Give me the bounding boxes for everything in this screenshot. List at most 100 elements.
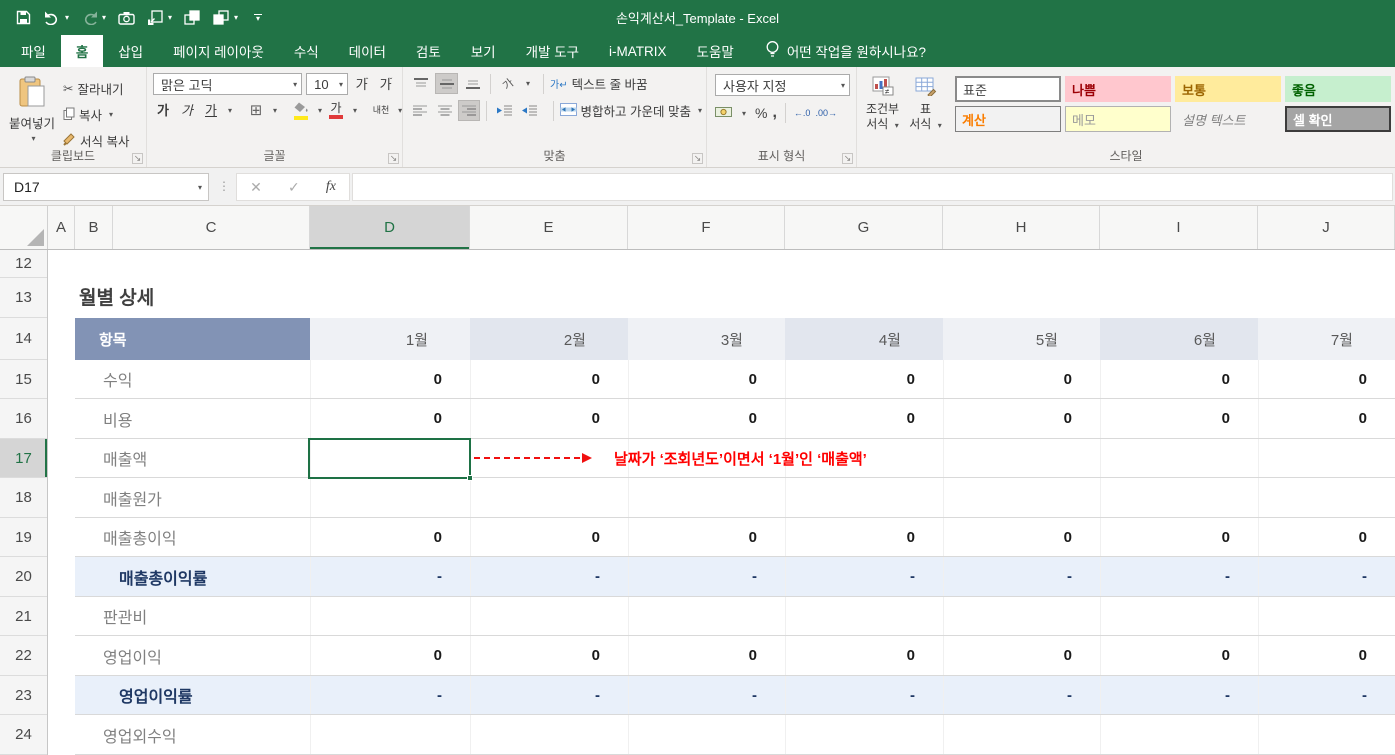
font-color-dropdown-icon[interactable]: ▾ xyxy=(353,106,357,115)
value-cell[interactable]: 0 xyxy=(1258,636,1395,675)
shrink-font-button[interactable]: 가ˇ xyxy=(376,74,396,95)
value-cell[interactable]: - xyxy=(943,676,1100,714)
value-cell[interactable] xyxy=(470,597,628,635)
row-header-23[interactable]: 23 xyxy=(0,676,47,715)
value-cell[interactable] xyxy=(943,715,1100,754)
value-cell[interactable]: 0 xyxy=(310,518,470,556)
value-cell[interactable] xyxy=(785,715,943,754)
paste-dropdown-icon[interactable]: ▾ xyxy=(31,134,35,143)
value-cell[interactable] xyxy=(310,478,470,517)
value-cell[interactable] xyxy=(1100,715,1258,754)
value-cell[interactable] xyxy=(1258,439,1395,477)
value-cell[interactable]: 0 xyxy=(628,399,785,438)
cell-style-normal[interactable]: 표준 xyxy=(955,76,1061,102)
value-cell[interactable] xyxy=(1258,478,1395,517)
row-label-cell[interactable]: 비용 xyxy=(75,399,310,438)
value-cell[interactable]: 0 xyxy=(1100,518,1258,556)
tell-me-search[interactable]: 어떤 작업을 원하시나요? xyxy=(765,35,926,67)
value-cell[interactable]: - xyxy=(310,557,470,596)
alignment-dialog-launcher[interactable]: ↘ xyxy=(692,153,703,164)
value-cell[interactable]: - xyxy=(628,676,785,714)
insert-function-icon[interactable]: fx xyxy=(326,179,336,195)
cell-style-neutral[interactable]: 보통 xyxy=(1175,76,1281,102)
copy-picture-icon[interactable] xyxy=(183,9,201,27)
tab-review[interactable]: 검토 xyxy=(401,35,456,67)
row-label-cell[interactable]: 매출총이익률 xyxy=(75,557,310,596)
column-header-H[interactable]: H xyxy=(943,206,1100,249)
value-cell[interactable]: 0 xyxy=(628,518,785,556)
name-box-dropdown-icon[interactable]: ▾ xyxy=(198,183,202,192)
copy-button[interactable]: 복사 ▾ xyxy=(60,103,132,126)
accounting-dropdown-icon[interactable]: ▾ xyxy=(742,109,746,118)
cancel-icon[interactable]: ✕ xyxy=(250,179,262,196)
tab-data[interactable]: 데이터 xyxy=(334,35,401,67)
column-header-J[interactable]: J xyxy=(1258,206,1395,249)
row-label-cell[interactable]: 수익 xyxy=(75,360,310,398)
value-cell[interactable] xyxy=(310,715,470,754)
wrap-text-button[interactable]: 가↵ 텍스트 줄 바꿈 xyxy=(550,74,648,93)
tab-page-layout[interactable]: 페이지 레이아웃 xyxy=(158,35,279,67)
value-cell[interactable]: 0 xyxy=(785,636,943,675)
month-header-7[interactable]: 7월 xyxy=(1258,318,1395,360)
align-right-button[interactable] xyxy=(458,100,480,121)
value-cell[interactable] xyxy=(943,478,1100,517)
column-header-C[interactable]: C xyxy=(113,206,310,249)
value-cell[interactable]: 0 xyxy=(785,360,943,398)
italic-button[interactable]: 가 xyxy=(177,100,197,121)
merge-center-button[interactable]: 병합하고 가운데 맞춤 ▾ xyxy=(560,101,702,120)
value-cell[interactable] xyxy=(470,715,628,754)
value-cell[interactable]: - xyxy=(470,676,628,714)
underline-dropdown-icon[interactable]: ▾ xyxy=(228,106,232,115)
decrease-indent-button[interactable] xyxy=(493,100,515,121)
month-header-1[interactable]: 1월 xyxy=(310,318,470,360)
number-format-select[interactable]: 사용자 지정 ▾ xyxy=(715,74,850,96)
tab-insert[interactable]: 삽입 xyxy=(103,35,158,67)
row-header-16[interactable]: 16 xyxy=(0,399,47,439)
phonetic-dropdown-icon[interactable]: ▾ xyxy=(398,106,402,115)
customize-qat-icon[interactable]: ▾ xyxy=(249,9,267,27)
enter-icon[interactable]: ✓ xyxy=(288,179,300,196)
value-cell[interactable]: 0 xyxy=(628,636,785,675)
orientation-dropdown-icon[interactable]: ▾ xyxy=(526,79,530,88)
row-header-18[interactable]: 18 xyxy=(0,478,47,518)
value-cell[interactable]: 0 xyxy=(1258,518,1395,556)
save-icon[interactable] xyxy=(14,9,32,27)
row-header-20[interactable]: 20 xyxy=(0,557,47,597)
value-cell[interactable]: 0 xyxy=(943,518,1100,556)
value-cell[interactable] xyxy=(628,478,785,517)
underline-button[interactable]: 가 xyxy=(201,100,221,121)
value-cell[interactable] xyxy=(1100,478,1258,517)
column-header-I[interactable]: I xyxy=(1100,206,1258,249)
clipboard-dialog-launcher[interactable]: ↘ xyxy=(132,153,143,164)
value-cell[interactable] xyxy=(628,715,785,754)
accounting-format-icon[interactable] xyxy=(715,105,734,121)
row-header-22[interactable]: 22 xyxy=(0,636,47,676)
bold-button[interactable]: 가 xyxy=(153,100,173,121)
tab-formulas[interactable]: 수식 xyxy=(279,35,334,67)
cell-style-calculation[interactable]: 계산 xyxy=(955,106,1061,132)
row-header-13[interactable]: 13 xyxy=(0,278,47,318)
row-header-15[interactable]: 15 xyxy=(0,360,47,399)
conditional-formatting-button[interactable]: ≠ 조건부서식 ▾ xyxy=(861,71,904,149)
column-header-D[interactable]: D xyxy=(310,206,470,249)
cell-style-bad[interactable]: 나쁨 xyxy=(1065,76,1171,102)
phonetic-button[interactable]: 내천 xyxy=(371,100,391,121)
column-header-A[interactable]: A xyxy=(48,206,75,249)
undo-dropdown-icon[interactable]: ▾ xyxy=(65,13,69,22)
row-header-14[interactable]: 14 xyxy=(0,318,47,360)
row-label-cell[interactable]: 매출원가 xyxy=(75,478,310,517)
column-header-F[interactable]: F xyxy=(628,206,785,249)
redo-icon[interactable] xyxy=(80,9,98,27)
value-cell[interactable]: - xyxy=(628,557,785,596)
value-cell[interactable]: - xyxy=(1100,557,1258,596)
value-cell[interactable]: - xyxy=(785,557,943,596)
value-cell[interactable]: - xyxy=(1100,676,1258,714)
select-all-button[interactable] xyxy=(0,206,48,249)
font-size-select[interactable]: 10 ▾ xyxy=(306,73,348,95)
value-cell[interactable]: 0 xyxy=(628,360,785,398)
value-cell[interactable]: 0 xyxy=(785,399,943,438)
value-cell[interactable]: - xyxy=(470,557,628,596)
cell-style-check-cell[interactable]: 셀 확인 xyxy=(1285,106,1391,132)
cell-style-note[interactable]: 메모 xyxy=(1065,106,1171,132)
value-cell[interactable]: - xyxy=(1258,676,1395,714)
